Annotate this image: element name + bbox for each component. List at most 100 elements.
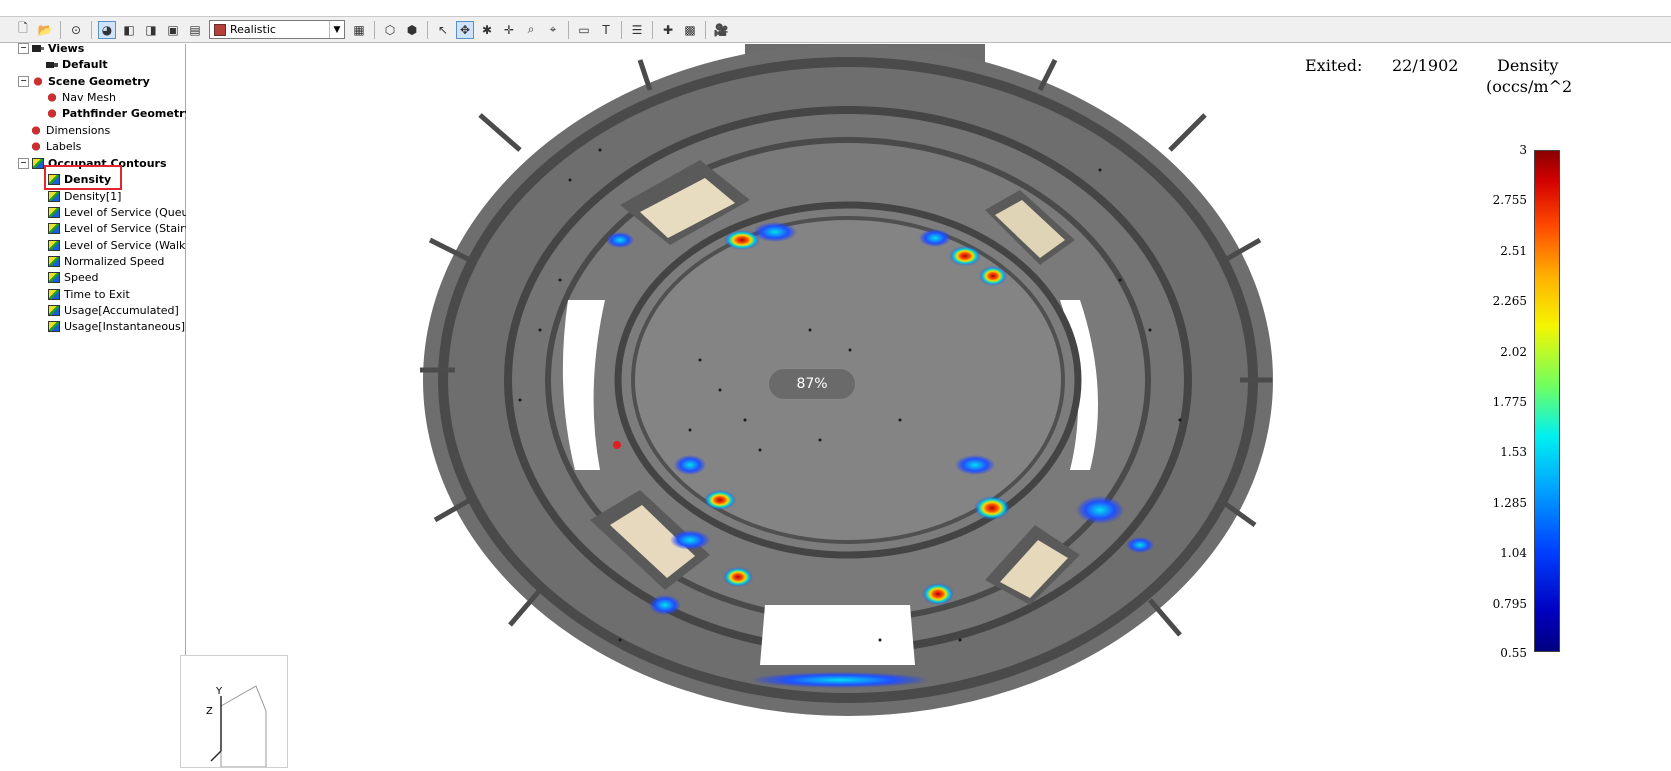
tree-item-labels[interactable]: Labels: [30, 138, 81, 154]
text-icon[interactable]: T: [597, 21, 615, 39]
pan-icon[interactable]: ✛: [500, 21, 518, 39]
axis-z-label: Z: [206, 706, 213, 717]
geometry-icon: [30, 140, 42, 152]
geometry-icon: [30, 124, 42, 136]
toolbar-separator: [652, 20, 653, 39]
tree-item-label: Nav Mesh: [62, 90, 116, 104]
collapse-icon[interactable]: −: [18, 42, 29, 54]
zoom-icon[interactable]: ⌕: [522, 21, 540, 39]
snap-icon[interactable]: ▩: [681, 21, 699, 39]
render-mode-select[interactable]: Realistic ▼: [209, 20, 345, 39]
legend-tick: 0.55: [1500, 646, 1527, 660]
collapse-icon[interactable]: −: [18, 75, 29, 87]
tree-item-default-view[interactable]: Default: [46, 56, 108, 72]
geometry-icon: [46, 107, 58, 119]
new-file-icon[interactable]: 🗋: [14, 21, 32, 39]
navigation-tree: − Views Default − Scene Geometry Nav Mes…: [0, 42, 198, 768]
axis-triad: [180, 655, 288, 768]
walk-icon[interactable]: ✱: [478, 21, 496, 39]
contour-icon: [48, 304, 60, 316]
view-side-icon[interactable]: ◨: [142, 21, 160, 39]
contour-icon: [48, 206, 60, 218]
contour-icon: [48, 190, 60, 202]
legend-tick: 2.755: [1492, 193, 1527, 207]
selection-highlight: [44, 165, 122, 190]
legend-tick: 1.775: [1492, 395, 1527, 409]
view-orbit-icon[interactable]: ◕: [98, 20, 116, 39]
tree-item-pathfinder-geometry[interactable]: Pathfinder Geometry: [46, 105, 192, 121]
tree-item-los-queuing[interactable]: Level of Service (Queuin: [48, 204, 198, 220]
legend-tick: 2.02: [1500, 345, 1527, 359]
tree-item-scene-geometry[interactable]: − Scene Geometry: [18, 73, 150, 89]
camera-icon[interactable]: 🎥: [712, 21, 730, 39]
contour-icon: [48, 239, 60, 251]
tree-item-label: Pathfinder Geometry: [62, 106, 192, 120]
tree-item-time-to-exit[interactable]: Time to Exit: [48, 286, 130, 302]
collapse-icon[interactable]: −: [18, 157, 29, 169]
crosshair-icon[interactable]: ✚: [659, 21, 677, 39]
title-strip: [0, 0, 1671, 17]
tree-item-label: Density[1]: [64, 189, 122, 203]
render-mode-label: Realistic: [230, 23, 276, 36]
tree-item-usage-instantaneous[interactable]: Usage[Instantaneous]: [48, 318, 185, 334]
contour-icon: [32, 157, 44, 169]
tree-item-label: Usage[Instantaneous]: [64, 319, 186, 333]
measure-icon[interactable]: ▭: [575, 21, 593, 39]
view-top-icon[interactable]: ▣: [164, 21, 182, 39]
open-folder-icon[interactable]: 📂: [36, 21, 54, 39]
align-icon[interactable]: ☰: [628, 21, 646, 39]
legend-tick: 1.04: [1500, 546, 1527, 560]
tree-item-los-walkway[interactable]: Level of Service (Walkw: [48, 237, 194, 253]
legend-tick: 1.285: [1492, 496, 1527, 510]
contour-icon: [48, 255, 60, 267]
tree-item-views[interactable]: − Views: [18, 40, 84, 56]
tree-item-label: Normalized Speed: [64, 254, 165, 268]
tree-item-density-1[interactable]: Density[1]: [48, 188, 121, 204]
select-arrow-icon[interactable]: ↖: [434, 21, 452, 39]
tree-item-label: Labels: [46, 139, 82, 153]
realistic-mode-icon: [214, 23, 226, 36]
shaded-icon[interactable]: ⬢: [403, 21, 421, 39]
tree-item-label: Level of Service (Stairw: [64, 221, 194, 235]
tree-item-dimensions[interactable]: Dimensions: [30, 122, 110, 138]
toolbar-separator: [705, 20, 706, 39]
atrium-void: [760, 605, 915, 665]
toolbar-separator: [374, 20, 375, 39]
geometry-icon: [46, 91, 58, 103]
tree-item-label: Level of Service (Walkw: [64, 238, 195, 252]
axis-y-label: Y: [216, 686, 223, 697]
tree-item-label: Scene Geometry: [48, 74, 150, 88]
tree-item-normalized-speed[interactable]: Normalized Speed: [48, 253, 164, 269]
tree-item-label: Usage[Accumulated]: [64, 303, 179, 317]
contour-icon: [48, 320, 60, 332]
camera-icon: [46, 58, 58, 70]
background-icon[interactable]: ▦: [350, 21, 368, 39]
tree-item-nav-mesh[interactable]: Nav Mesh: [46, 89, 116, 105]
legend-unit: (occs/m^2: [1486, 77, 1573, 96]
loading-progress-badge: 87%: [768, 368, 856, 400]
legend-tick: 1.53: [1500, 445, 1527, 459]
toolbar-separator: [621, 20, 622, 39]
axis-triad-graphic: [210, 685, 267, 768]
tree-item-los-stairway[interactable]: Level of Service (Stairw: [48, 220, 194, 236]
tree-item-speed[interactable]: Speed: [48, 269, 98, 285]
view-front-icon[interactable]: ◧: [120, 21, 138, 39]
reset-view-icon[interactable]: ⊙: [67, 21, 85, 39]
wireframe-icon[interactable]: ⬡: [381, 21, 399, 39]
tree-item-label: Speed: [64, 270, 99, 284]
toolbar-separator: [427, 20, 428, 39]
tree-item-label: Views: [48, 41, 85, 55]
chevron-down-icon: ▼: [329, 21, 344, 38]
tree-item-label: Time to Exit: [64, 287, 130, 301]
tree-item-usage-accumulated[interactable]: Usage[Accumulated]: [48, 302, 179, 318]
legend-tick: 2.265: [1492, 294, 1527, 308]
legend-tick: 3: [1519, 143, 1527, 157]
legend-title: Density: [1497, 56, 1559, 75]
contour-icon: [48, 288, 60, 300]
zoom-box-icon[interactable]: ⌖: [544, 21, 562, 39]
contour-icon: [48, 222, 60, 234]
view-bottom-icon[interactable]: ▤: [186, 21, 204, 39]
orbit-icon[interactable]: ✥: [456, 20, 474, 39]
toolbar-separator: [60, 20, 61, 39]
exited-count: 22/1902: [1392, 56, 1459, 75]
